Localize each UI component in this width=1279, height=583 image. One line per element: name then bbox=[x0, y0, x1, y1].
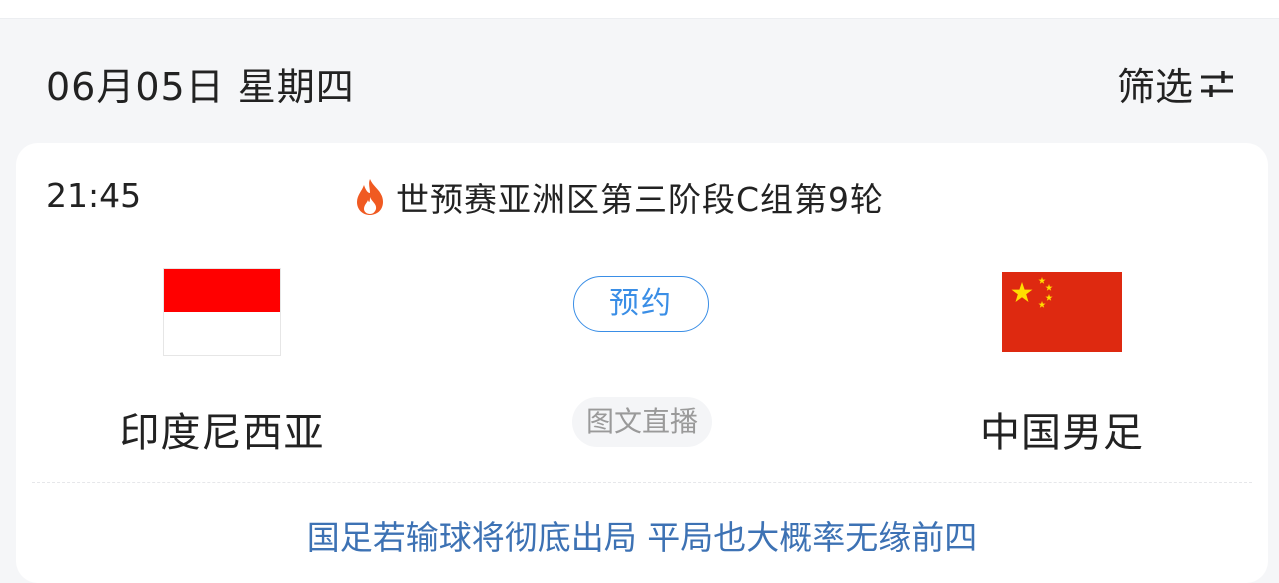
news-headline-link[interactable]: 国足若输球将彻底出局 平局也大概率无缘前四 bbox=[16, 511, 1268, 559]
china-flag bbox=[1002, 272, 1122, 352]
indonesia-flag bbox=[163, 268, 281, 356]
filter-button[interactable]: 筛选 bbox=[1117, 56, 1235, 111]
divider bbox=[32, 482, 1252, 483]
live-text-button[interactable]: 图文直播 bbox=[572, 397, 712, 447]
match-card[interactable]: 21:45 世预赛亚洲区第三阶段C组第9轮 印度尼西亚 预约 图文直播 中国男足… bbox=[16, 143, 1268, 583]
reserve-button[interactable]: 预约 bbox=[573, 276, 709, 332]
away-team[interactable]: 中国男足 bbox=[956, 268, 1168, 458]
match-time: 21:45 bbox=[46, 176, 142, 215]
fire-icon bbox=[357, 179, 383, 215]
home-team[interactable]: 印度尼西亚 bbox=[116, 268, 328, 458]
league-info: 世预赛亚洲区第三阶段C组第9轮 bbox=[352, 173, 884, 221]
filter-label: 筛选 bbox=[1116, 65, 1193, 109]
date-label: 06月05日 星期四 bbox=[46, 65, 355, 109]
away-team-name: 中国男足 bbox=[980, 410, 1144, 456]
league-name: 世预赛亚洲区第三阶段C组第9轮 bbox=[396, 180, 885, 219]
date-header: 06月05日 星期四 筛选 bbox=[0, 18, 1279, 138]
top-strip bbox=[0, 0, 1279, 19]
sliders-icon bbox=[1201, 70, 1233, 97]
home-team-name: 印度尼西亚 bbox=[119, 410, 325, 456]
